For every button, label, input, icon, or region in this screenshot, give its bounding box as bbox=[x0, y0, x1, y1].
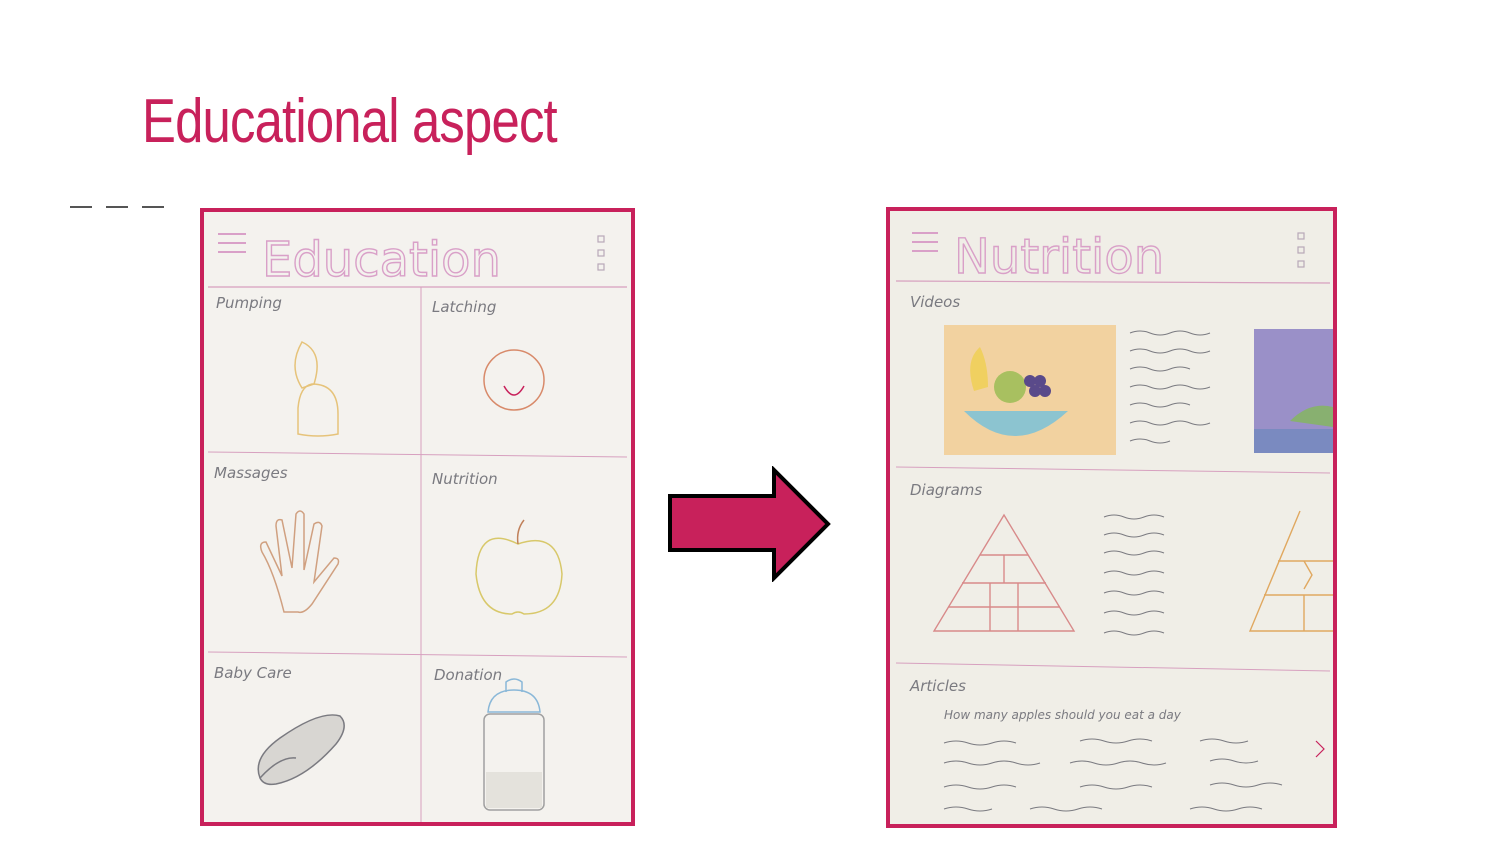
section-label-diagrams: Diagrams bbox=[910, 481, 982, 499]
decorative-dashes bbox=[70, 206, 166, 209]
hand-icon bbox=[259, 510, 340, 614]
food-pyramid-diagram bbox=[932, 513, 1076, 632]
arrow-right-icon bbox=[668, 466, 831, 582]
article-text-lines bbox=[943, 738, 1283, 812]
diagram-description-lines bbox=[1103, 514, 1165, 636]
nutrition-header: Nutrition bbox=[954, 229, 1164, 285]
apple-icon bbox=[475, 519, 563, 615]
tile-label-massages: Massages bbox=[214, 464, 288, 482]
more-vertical-icon bbox=[597, 235, 605, 271]
education-header: Education bbox=[262, 232, 501, 288]
video-thumbnail-fruit-bowl bbox=[944, 325, 1116, 455]
slide-title: Educational aspect bbox=[142, 87, 558, 156]
chevron-right-icon bbox=[1315, 740, 1325, 758]
article-title: How many apples should you eat a day bbox=[944, 708, 1182, 722]
nutrition-sketch-image: Nutrition Videos Diagrams Articles How m… bbox=[886, 207, 1337, 828]
food-pyramid-diagram-2 bbox=[1248, 510, 1333, 632]
tile-label-pumping: Pumping bbox=[216, 294, 282, 312]
more-vertical-icon bbox=[1297, 232, 1305, 268]
section-label-articles: Articles bbox=[909, 677, 966, 695]
menu-icon bbox=[218, 233, 246, 253]
education-sketch-image: Education Pumping Latching Massages Nutr… bbox=[200, 208, 635, 826]
breast-icon bbox=[483, 349, 545, 411]
video-thumbnail-2 bbox=[1254, 329, 1333, 453]
video-description-lines bbox=[1129, 330, 1211, 444]
tile-label-nutrition: Nutrition bbox=[432, 470, 498, 488]
pump-icon bbox=[294, 341, 339, 437]
baby-icon bbox=[257, 714, 345, 786]
tile-label-latching: Latching bbox=[432, 298, 496, 316]
tile-label-donation: Donation bbox=[434, 666, 502, 684]
section-label-videos: Videos bbox=[910, 293, 960, 311]
bottle-icon bbox=[483, 678, 545, 811]
menu-icon bbox=[912, 232, 938, 252]
tile-label-baby-care: Baby Care bbox=[214, 664, 292, 682]
